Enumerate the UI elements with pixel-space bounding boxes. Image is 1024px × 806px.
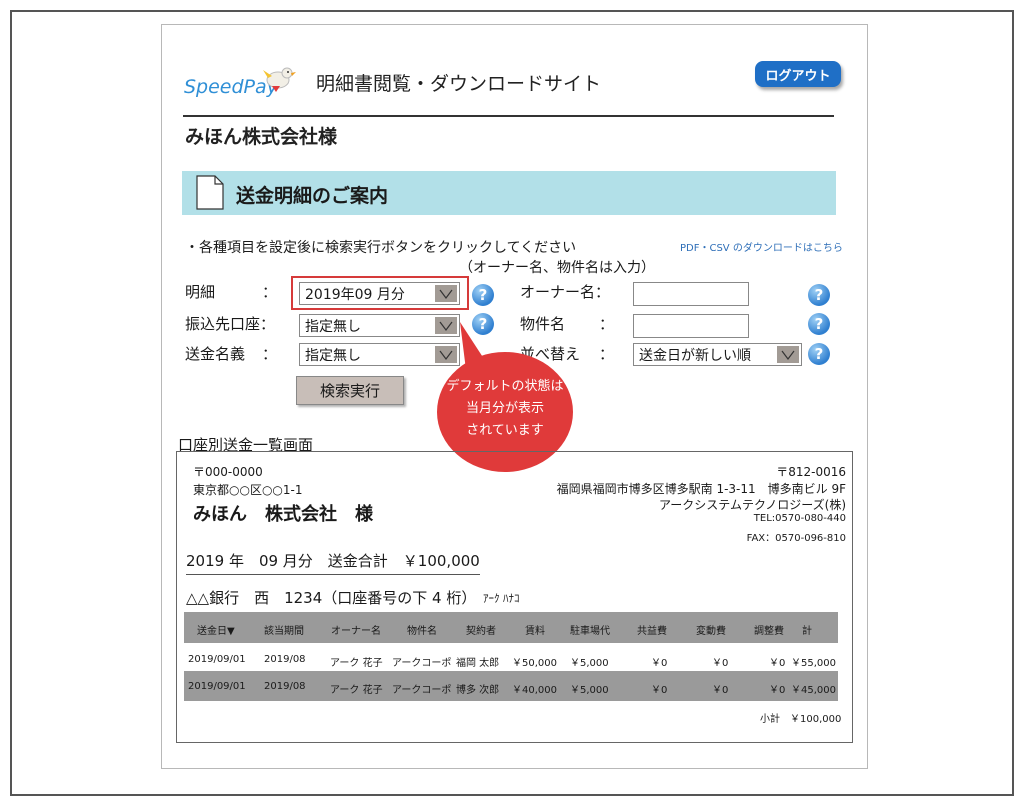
banner-title: 送金明細のご案内 (236, 185, 389, 207)
bank-account-line: △△銀行 西 1234（口座番号の下 4 桁） (186, 589, 477, 607)
bank-account-select[interactable]: 指定無し (299, 314, 460, 337)
sort-colon: ： (599, 345, 615, 363)
site-title: 明細書閲覧・ダウンロードサイト (316, 73, 602, 95)
sender-tel: TEL:0570-080-440 (753, 513, 846, 524)
adjustment-header: 調整費 (754, 626, 784, 637)
table-cell: ￥0 (769, 685, 786, 696)
company-title: みほん株式会社様 (185, 126, 338, 148)
property-colon: ： (599, 315, 615, 333)
help-icon[interactable]: ? (808, 343, 830, 365)
sender-address: 福岡県福岡市博多区博多駅南 1-3-11 博多南ビル 9F (556, 482, 846, 496)
period-header: 該当期間 (264, 626, 304, 637)
sender-name-select[interactable]: 指定無し (299, 343, 460, 366)
table-cell: ￥55,000 (791, 658, 836, 669)
owner-label: オーナー名： (520, 283, 611, 301)
table-cell: ￥50,000 (512, 658, 557, 669)
subtotal: 小計 ￥100,000 (760, 714, 842, 725)
chevron-down-icon[interactable] (777, 346, 799, 363)
table-cell: ￥0 (651, 658, 668, 669)
table-cell: ￥0 (712, 685, 729, 696)
callout-line: デフォルトの状態は (446, 379, 564, 394)
variable-fee-header: 変動費 (696, 626, 726, 637)
document-icon (196, 175, 224, 210)
recipient-address: 東京都○○区○○1-1 (193, 483, 303, 497)
table-cell: アーク 花子 (330, 685, 383, 696)
statement-colon: ： (262, 283, 278, 301)
statement-label: 明細 (185, 283, 216, 301)
sender-postal: 〒812-0016 (776, 465, 846, 479)
table-cell: 2019/09/01 (188, 654, 246, 665)
owner-header: オーナー名 (331, 626, 381, 637)
table-cell: 2019/09/01 (188, 681, 246, 692)
total-header: 計 (802, 626, 812, 637)
header-divider (183, 115, 834, 117)
sender-fax: FAX：0570-096-810 (746, 533, 846, 544)
instruction-text: ・各種項目を設定後に検索実行ボタンをクリックしてください (185, 240, 577, 256)
common-fee-header: 共益費 (637, 626, 667, 637)
instruction-subtext: （オーナー名、物件名は入力） (459, 260, 655, 276)
help-icon[interactable]: ? (808, 313, 830, 335)
download-link[interactable]: PDF・CSV のダウンロードはこちら (680, 239, 843, 254)
property-name-input[interactable] (633, 314, 749, 338)
parking-header: 駐車場代 (570, 626, 610, 637)
table-cell: ￥0 (651, 685, 668, 696)
table-cell: ￥40,000 (512, 685, 557, 696)
bank-account-select-value: 指定無し (305, 318, 361, 335)
monthly-total: 2019 年 09 月分 送金合計 ￥100,000 (186, 550, 480, 575)
table-cell: アークコーポ (392, 685, 452, 696)
search-button[interactable]: 検索実行 (296, 376, 404, 405)
sender-name-select-value: 指定無し (305, 347, 361, 364)
property-header: 物件名 (407, 626, 437, 637)
recipient-name: みほん 株式会社 様 (193, 504, 373, 525)
table-cell: 博多 次郎 (456, 685, 500, 696)
table-cell: ￥0 (769, 658, 786, 669)
table-cell: ￥0 (712, 658, 729, 669)
rent-header: 賃料 (525, 626, 545, 637)
logout-button[interactable]: ログアウト (755, 61, 841, 87)
table-cell: ￥5,000 (570, 685, 609, 696)
sort-date-header[interactable]: 送金日▼ (197, 622, 235, 637)
table-cell: ￥45,000 (791, 685, 836, 696)
table-cell: アークコーポ (392, 658, 452, 669)
sender-name-label: 送金名義 (185, 345, 246, 363)
recipient-postal: 〒000-0000 (193, 465, 263, 479)
callout-line: されています (466, 423, 544, 438)
sender-company: アークシステムテクノロジーズ(株) (659, 498, 846, 512)
table-cell: 2019/08 (264, 654, 306, 665)
account-holder-kana: ｱｰｸ ﾊﾅｺ (483, 592, 520, 605)
sender-name-colon: ： (262, 345, 278, 363)
table-cell: ￥5,000 (570, 658, 609, 669)
contractor-header: 契約者 (466, 626, 496, 637)
table-cell: アーク 花子 (330, 658, 383, 669)
help-icon[interactable]: ? (808, 284, 830, 306)
table-cell: 2019/08 (264, 681, 306, 692)
default-highlight-box (291, 276, 469, 310)
sort-select[interactable]: 送金日が新しい順 (633, 343, 802, 366)
callout-line: 当月分が表示 (465, 401, 544, 416)
sort-select-value: 送金日が新しい順 (639, 347, 751, 364)
bank-account-label: 振込先口座： (185, 315, 276, 333)
bird-logo-icon (263, 67, 296, 92)
help-icon[interactable]: ? (472, 284, 494, 306)
table-cell: 福岡 太郎 (456, 658, 500, 669)
owner-name-input[interactable] (633, 282, 749, 306)
property-label: 物件名 (520, 315, 566, 333)
